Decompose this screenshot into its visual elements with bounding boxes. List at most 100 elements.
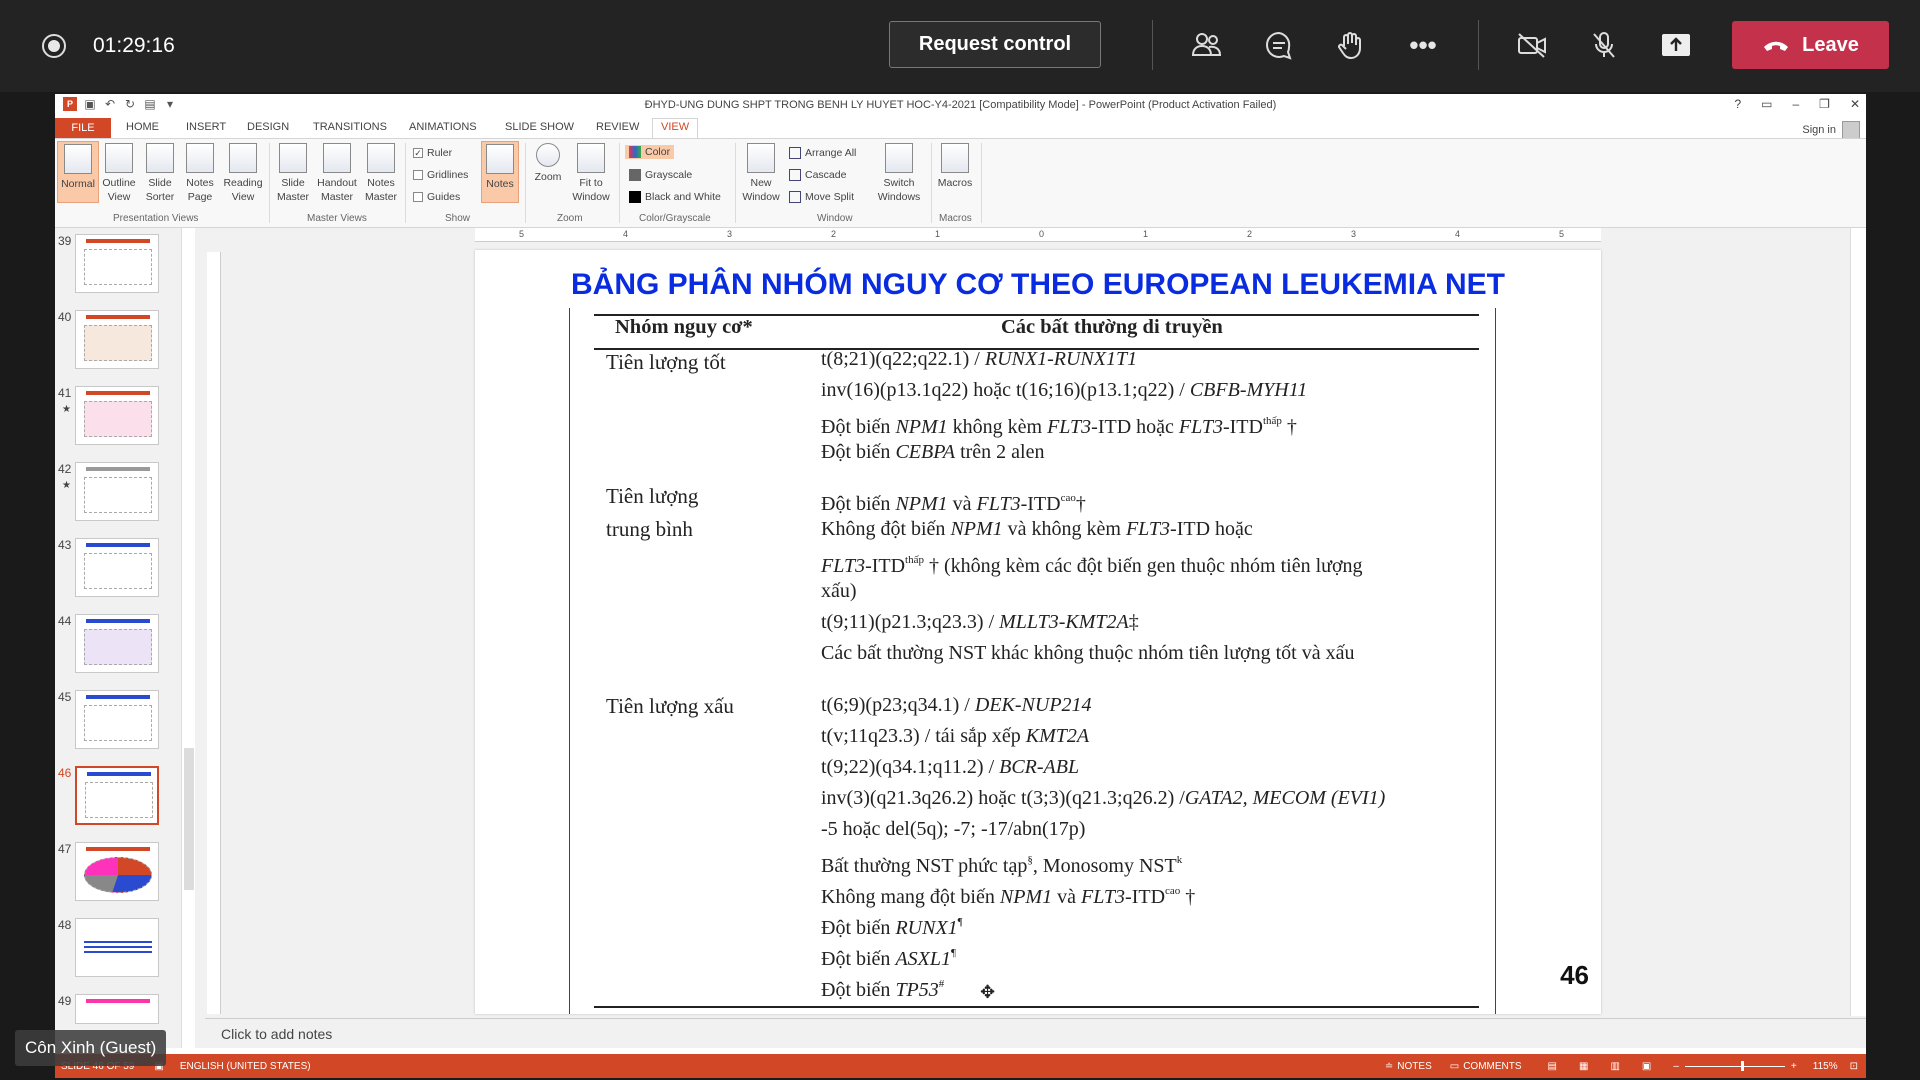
slide-thumbnail[interactable] [75,462,159,521]
notes-status-button[interactable]: NOTES [1397,1061,1431,1072]
color-button[interactable]: Color [625,145,675,159]
notes-master-button[interactable]: Notes Master [361,141,401,204]
thumbnail-scrollbar[interactable] [181,228,195,1048]
tab-transitions[interactable]: TRANSITIONS [313,121,387,133]
comments-status-button[interactable]: COMMENTS [1463,1061,1521,1072]
switch-label: Switch Windows [877,177,921,203]
slide-thumbnail[interactable] [75,842,159,901]
mic-muted-icon[interactable] [1581,22,1627,68]
leave-button[interactable]: Leave [1732,21,1889,69]
ruler-checkbox[interactable]: ✓ Ruler [413,147,452,159]
arrange-all-button[interactable]: Arrange All [789,147,856,159]
language-indicator[interactable]: ENGLISH (UNITED STATES) [180,1061,311,1072]
move-split-button[interactable]: Move Split [789,191,854,203]
slide-thumbnail[interactable] [75,310,159,369]
slide-thumbnail[interactable] [75,690,159,749]
slide-sorter-button[interactable]: Slide Sorter [141,141,179,204]
reading-view-status-icon[interactable]: ▥ [1610,1061,1619,1072]
cascade-button[interactable]: Cascade [789,169,846,181]
magnifier-icon [536,143,560,167]
zoom-slider[interactable] [1684,1060,1785,1071]
request-control-button[interactable]: Request control [889,21,1101,68]
table-row: Các bất thường NST khác không thuộc nhóm… [821,642,1355,664]
new-window-button[interactable]: New Window [739,141,783,204]
chat-icon[interactable] [1256,22,1302,68]
tab-file[interactable]: FILE [55,118,111,138]
reading-view-button[interactable]: Reading View [221,141,265,204]
slide-thumbnail[interactable] [75,386,159,445]
zoom-out-icon[interactable]: – [1673,1061,1679,1072]
fit-to-window-button[interactable]: Fit to Window [569,141,613,204]
slide-scrollbar[interactable] [1850,228,1866,1016]
notes-page-icon [186,143,214,173]
outline-view-button[interactable]: Outline View [99,141,139,204]
slide-thumbnail[interactable] [75,614,159,673]
ribbon-display-icon[interactable]: ▭ [1761,97,1772,111]
bw-label: Black and White [645,191,721,203]
ruler-tick: 5 [1559,229,1565,239]
comments-icon[interactable]: ▭ [1450,1061,1459,1072]
slide-thumbnail[interactable] [75,994,159,1024]
minimize-icon[interactable]: – [1792,97,1799,111]
notes-icon[interactable]: ≐ [1385,1061,1393,1072]
slide-sorter-status-icon[interactable]: ▦ [1579,1061,1588,1072]
table-row: -5 hoặc del(5q); -7; -17/abn(17p) [821,818,1086,840]
slide-thumbnail[interactable] [75,918,159,977]
tab-view[interactable]: VIEW [652,118,699,138]
slide-thumbnail[interactable] [75,234,159,293]
help-icon[interactable]: ? [1734,97,1741,111]
sign-in[interactable]: Sign in [1802,121,1860,139]
thumb-number: 43 [58,538,72,552]
meeting-toolbar: 01:29:16 Request control ••• Leave [0,0,1920,92]
vertical-ruler [207,252,221,1014]
move-split-label: Move Split [805,191,855,203]
slide-canvas[interactable]: BẢNG PHÂN NHÓM NGUY CƠ THEO EUROPEAN LEU… [475,250,1601,1014]
slide-thumbnail-selected[interactable] [75,766,159,825]
camera-off-icon[interactable] [1509,22,1555,68]
slideshow-status-icon[interactable]: ▣ [1642,1061,1651,1072]
normal-view-button[interactable]: Normal [57,141,99,203]
share-screen-icon[interactable] [1653,22,1699,68]
normal-label: Normal [61,178,95,190]
tab-review[interactable]: REVIEW [596,121,639,133]
tab-animations[interactable]: ANIMATIONS [409,121,477,133]
arrange-icon [789,147,801,159]
black-white-button[interactable]: Black and White [629,191,721,203]
divider [405,143,406,223]
scroll-thumb[interactable] [184,748,194,890]
notes-pane[interactable]: Click to add notes [205,1018,1866,1048]
close-icon[interactable]: ✕ [1850,97,1860,111]
switch-windows-button[interactable]: Switch Windows [875,141,923,204]
handout-master-button[interactable]: Handout Master [315,141,359,204]
people-icon[interactable] [1184,22,1230,68]
normal-view-status-icon[interactable]: ▤ [1548,1061,1557,1072]
slide-master-button[interactable]: Slide Master [273,141,313,204]
zoom-button[interactable]: Zoom [529,141,567,184]
macros-button[interactable]: Macros [935,141,975,190]
slide-title[interactable]: BẢNG PHÂN NHÓM NGUY CƠ THEO EUROPEAN LEU… [475,268,1601,302]
raise-hand-icon[interactable] [1328,22,1374,68]
tab-home[interactable]: HOME [126,121,159,133]
tab-slide-show[interactable]: SLIDE SHOW [505,121,574,133]
risk-table[interactable]: Nhóm nguy cơ* Các bất thường di truyền T… [569,308,1496,1014]
zoom-level[interactable]: 115% [1813,1061,1838,1072]
notes-toggle-button[interactable]: Notes [481,141,519,203]
grayscale-button[interactable]: Grayscale [629,169,692,181]
tab-insert[interactable]: INSERT [186,121,226,133]
notes-placeholder: Click to add notes [221,1026,333,1042]
divider [1152,20,1153,70]
zoom-in-icon[interactable]: + [1791,1061,1797,1072]
notes-page-button[interactable]: Notes Page [181,141,219,204]
more-options-icon[interactable]: ••• [1400,22,1446,68]
gridlines-checkbox[interactable]: Gridlines [413,169,468,181]
slide-thumbnail[interactable] [75,538,159,597]
tab-design[interactable]: DESIGN [247,121,289,133]
table-row: t(v;11q23.3) / tái sắp xếp KMT2A [821,725,1090,747]
guides-checkbox[interactable]: Guides [413,191,460,203]
notes-master-label: Notes Master [364,177,398,203]
group-favorable: Tiên lượng tốt [606,346,726,379]
move-split-icon [789,191,801,203]
restore-icon[interactable]: ❐ [1819,97,1830,111]
fit-slide-icon[interactable]: ⊡ [1850,1061,1858,1072]
thumb-number: 46 [58,766,72,780]
